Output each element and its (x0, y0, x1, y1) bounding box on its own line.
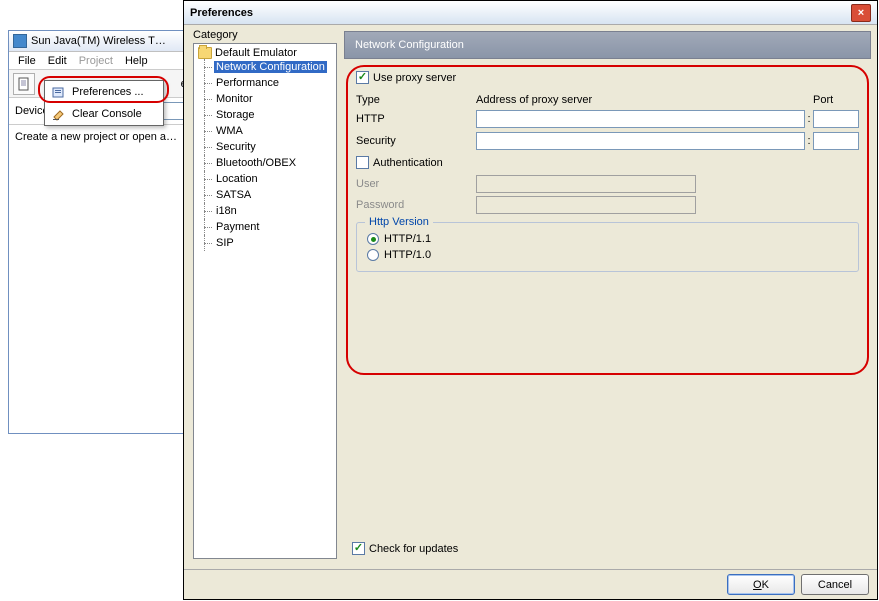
http-label: HTTP (356, 113, 476, 125)
http10-row[interactable]: HTTP/1.0 (367, 247, 848, 263)
check-updates-checkbox[interactable] (352, 542, 365, 555)
cancel-button[interactable]: Cancel (801, 574, 869, 595)
http11-row[interactable]: HTTP/1.1 (367, 231, 848, 247)
menu-item-label: Preferences ... (72, 86, 144, 98)
security-address-input[interactable] (476, 132, 805, 150)
tree-item-i18n[interactable]: i18n (196, 203, 334, 219)
tree-item-location[interactable]: Location (196, 171, 334, 187)
password-label: Password (356, 199, 476, 211)
password-input (476, 196, 696, 214)
ok-button[interactable]: OK (727, 574, 795, 595)
use-proxy-label: Use proxy server (373, 72, 456, 84)
bg-window-title: Sun Java(TM) Wireless T… (31, 35, 166, 47)
security-port-input[interactable] (813, 132, 859, 150)
category-tree[interactable]: Default Emulator Network Configuration P… (193, 43, 337, 559)
folder-icon (198, 47, 212, 59)
use-proxy-checkbox[interactable] (356, 71, 369, 84)
authentication-checkbox[interactable] (356, 156, 369, 169)
colon: : (805, 135, 813, 147)
tree-item-monitor[interactable]: Monitor (196, 91, 334, 107)
http-port-input[interactable] (813, 110, 859, 128)
http-version-group: Http Version HTTP/1.1 HTTP/1.0 (356, 222, 859, 272)
bg-titlebar: Sun Java(TM) Wireless T… (9, 31, 203, 52)
toolbar-button-1[interactable] (13, 73, 35, 95)
tree-item-wma[interactable]: WMA (196, 123, 334, 139)
bg-menu-help[interactable]: Help (119, 54, 154, 68)
bg-body-text: Create a new project or open a… (9, 125, 203, 149)
check-updates-label: Check for updates (369, 543, 458, 555)
tree-item-sip[interactable]: SIP (196, 235, 334, 251)
category-label: Category (193, 29, 337, 41)
app-icon (13, 34, 27, 48)
http-version-legend: Http Version (365, 216, 433, 228)
tree-root-label: Default Emulator (215, 47, 297, 59)
dialog-button-bar: OK Cancel (184, 569, 877, 599)
panel-banner: Network Configuration (344, 31, 871, 59)
tree-item-storage[interactable]: Storage (196, 107, 334, 123)
tree-item-bluetooth[interactable]: Bluetooth/OBEX (196, 155, 334, 171)
menu-item-preferences[interactable]: Preferences ... (45, 81, 163, 103)
preferences-dialog: Preferences × Category Default Emulator … (183, 0, 878, 600)
bg-menu-file[interactable]: File (12, 54, 42, 68)
bg-menu-edit[interactable]: Edit (42, 54, 73, 68)
user-input (476, 175, 696, 193)
port-header: Port (813, 94, 859, 106)
cancel-label: Cancel (818, 579, 852, 591)
http10-radio[interactable] (367, 249, 379, 261)
close-icon: × (858, 7, 864, 19)
colon: : (805, 113, 813, 125)
user-label: User (356, 178, 476, 190)
check-updates-row[interactable]: Check for updates (352, 542, 458, 555)
menu-item-label: Clear Console (72, 108, 142, 120)
http-address-input[interactable] (476, 110, 805, 128)
tree-root[interactable]: Default Emulator (196, 47, 334, 59)
menu-item-clear-console[interactable]: Clear Console (45, 103, 163, 125)
document-icon (18, 77, 30, 91)
authentication-row[interactable]: Authentication (356, 156, 859, 169)
address-header: Address of proxy server (476, 94, 805, 106)
tree-item-payment[interactable]: Payment (196, 219, 334, 235)
edit-menu-dropdown: Preferences ... Clear Console (44, 80, 164, 126)
http11-label: HTTP/1.1 (384, 233, 431, 245)
tree-item-satsa[interactable]: SATSA (196, 187, 334, 203)
tree-item-security[interactable]: Security (196, 139, 334, 155)
security-label: Security (356, 135, 476, 147)
use-proxy-row[interactable]: Use proxy server (356, 71, 859, 84)
panel-banner-title: Network Configuration (355, 39, 464, 51)
tree-item-network[interactable]: Network Configuration (196, 59, 334, 75)
pref-titlebar: Preferences × (184, 1, 877, 25)
authentication-label: Authentication (373, 157, 443, 169)
bg-menubar: File Edit Project Help (9, 52, 203, 70)
type-header: Type (356, 94, 476, 106)
preferences-icon (51, 84, 67, 100)
tree-item-performance[interactable]: Performance (196, 75, 334, 91)
http10-label: HTTP/1.0 (384, 249, 431, 261)
bg-menu-project: Project (73, 54, 119, 68)
clear-icon (51, 106, 67, 122)
close-button[interactable]: × (851, 4, 871, 22)
http11-radio[interactable] (367, 233, 379, 245)
dialog-title: Preferences (190, 7, 253, 19)
